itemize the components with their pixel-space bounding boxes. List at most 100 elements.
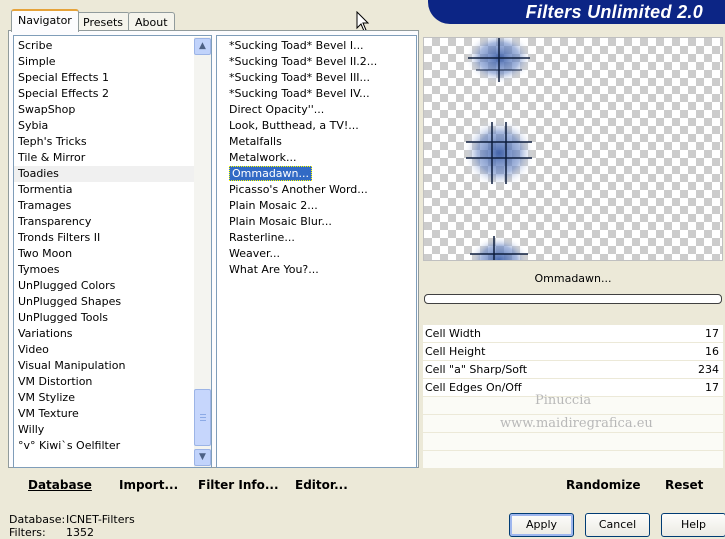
filter-item-label: Metalfalls xyxy=(229,135,282,148)
scroll-thumb[interactable] xyxy=(194,389,211,446)
filter-item[interactable]: Plain Mosaic 2... xyxy=(225,198,416,214)
cancel-button[interactable]: Cancel xyxy=(585,513,650,537)
category-item[interactable]: Tymoes xyxy=(14,262,211,278)
filter-item[interactable]: *Sucking Toad* Bevel IV... xyxy=(225,86,416,102)
database-button[interactable]: Database xyxy=(28,478,92,492)
category-item[interactable]: Scribe xyxy=(14,38,211,54)
filter-item[interactable]: Look, Butthead, a TV!... xyxy=(225,118,416,134)
filter-item[interactable]: *Sucking Toad* Bevel I... xyxy=(225,38,416,54)
filter-info-button[interactable]: Filter Info... xyxy=(198,478,279,492)
category-item[interactable]: Tronds Filters II xyxy=(14,230,211,246)
filter-item-label: Weaver... xyxy=(229,247,281,260)
filter-item[interactable]: Rasterline... xyxy=(225,230,416,246)
category-item[interactable]: °v° Kiwi`s Oelfilter xyxy=(14,438,211,454)
filters-count-value: 1352 xyxy=(66,526,94,539)
category-item[interactable]: Tramages xyxy=(14,198,211,214)
category-item[interactable]: SwapShop xyxy=(14,102,211,118)
category-item[interactable]: VM Distortion xyxy=(14,374,211,390)
filter-item-label: Plain Mosaic 2... xyxy=(229,199,318,212)
filter-item-label: Look, Butthead, a TV!... xyxy=(229,119,359,132)
preview-cell xyxy=(469,236,529,260)
category-item[interactable]: Special Effects 2 xyxy=(14,86,211,102)
param-row-empty xyxy=(423,433,723,451)
scroll-up-button[interactable]: ▲ xyxy=(194,38,211,55)
category-item[interactable]: Tormentia xyxy=(14,182,211,198)
scroll-down-button[interactable]: ▼ xyxy=(194,449,211,466)
param-row-empty xyxy=(423,451,723,469)
category-item[interactable]: Video xyxy=(14,342,211,358)
filter-item-label: *Sucking Toad* Bevel I... xyxy=(229,39,364,52)
filter-item-label: Metalwork... xyxy=(229,151,297,164)
category-item[interactable]: Tile & Mirror xyxy=(14,150,211,166)
category-item[interactable]: Toadies xyxy=(14,166,211,182)
category-item[interactable]: UnPlugged Shapes xyxy=(14,294,211,310)
filter-item[interactable]: Ommadawn... xyxy=(225,166,416,182)
database-status-value: ICNET-Filters xyxy=(66,513,135,526)
preview-cell xyxy=(465,38,533,84)
category-item[interactable]: Simple xyxy=(14,54,211,70)
category-item[interactable]: UnPlugged Tools xyxy=(14,310,211,326)
database-status-label: Database: xyxy=(9,513,66,526)
filter-item[interactable]: Plain Mosaic Blur... xyxy=(225,214,416,230)
filter-item-label: *Sucking Toad* Bevel II.2... xyxy=(229,55,378,68)
param-label: Cell "a" Sharp/Soft xyxy=(425,363,528,376)
watermark-url: www.maidiregrafica.eu xyxy=(500,416,653,431)
filter-item[interactable]: Picasso's Another Word... xyxy=(225,182,416,198)
param-row[interactable]: Cell Width 17 xyxy=(423,325,723,343)
category-item[interactable]: Variations xyxy=(14,326,211,342)
param-label: Cell Edges On/Off xyxy=(425,381,522,394)
param-label: Cell Height xyxy=(425,345,486,358)
filter-item[interactable]: Direct Opacity''... xyxy=(225,102,416,118)
filter-item-label: *Sucking Toad* Bevel IV... xyxy=(229,87,370,100)
category-item[interactable]: Sybia xyxy=(14,118,211,134)
filters-count-label: Filters: xyxy=(9,526,46,539)
category-item[interactable]: Teph's Tricks xyxy=(14,134,211,150)
filter-item-label: Rasterline... xyxy=(229,231,295,244)
filter-list[interactable]: *Sucking Toad* Bevel I... *Sucking Toad* … xyxy=(216,35,417,468)
filter-item-label: Picasso's Another Word... xyxy=(229,183,368,196)
filter-item-label: Plain Mosaic Blur... xyxy=(229,215,332,228)
category-item[interactable]: VM Stylize xyxy=(14,390,211,406)
watermark-name: Pinuccia xyxy=(535,393,592,408)
param-label: Cell Width xyxy=(425,327,482,340)
category-item[interactable]: Transparency xyxy=(14,214,211,230)
import-button[interactable]: Import... xyxy=(119,478,178,492)
help-button[interactable]: Help xyxy=(661,513,725,537)
filter-item[interactable]: *Sucking Toad* Bevel II.2... xyxy=(225,54,416,70)
param-value: 16 xyxy=(705,345,719,358)
preview-pattern xyxy=(463,38,535,260)
tab-navigator[interactable]: Navigator xyxy=(11,9,79,32)
progress-bar xyxy=(424,294,722,304)
filter-item[interactable]: What Are You?... xyxy=(225,262,416,278)
param-value: 17 xyxy=(705,327,719,340)
category-list[interactable]: Scribe Simple Special Effects 1 Special Eff… xyxy=(13,35,212,468)
category-item[interactable]: Special Effects 1 xyxy=(14,70,211,86)
filter-item[interactable]: Weaver... xyxy=(225,246,416,262)
category-item[interactable]: Visual Manipulation xyxy=(14,358,211,374)
filter-item-label: Direct Opacity''... xyxy=(229,103,325,116)
editor-button[interactable]: Editor... xyxy=(295,478,348,492)
app-title: Filters Unlimited 2.0 xyxy=(428,0,725,24)
category-scrollbar[interactable]: ▲ ▼ xyxy=(194,37,211,467)
category-item[interactable]: VM Texture xyxy=(14,406,211,422)
apply-button[interactable]: Apply xyxy=(509,513,574,537)
param-value: 17 xyxy=(705,381,719,394)
category-item[interactable]: UnPlugged Colors xyxy=(14,278,211,294)
category-item[interactable]: Willy xyxy=(14,422,211,438)
reset-button[interactable]: Reset xyxy=(665,478,703,492)
randomize-button[interactable]: Randomize xyxy=(566,478,640,492)
filter-item-label: *Sucking Toad* Bevel III... xyxy=(229,71,371,84)
tab-about[interactable]: About xyxy=(128,12,175,31)
filter-item-label: What Are You?... xyxy=(229,263,319,276)
tab-presets[interactable]: Presets xyxy=(76,12,131,31)
param-row[interactable]: Cell Height 16 xyxy=(423,343,723,361)
category-item[interactable]: Two Moon xyxy=(14,246,211,262)
filter-item[interactable]: Metalwork... xyxy=(225,150,416,166)
param-row[interactable]: Cell "a" Sharp/Soft 234 xyxy=(423,361,723,379)
filter-item[interactable]: Metalfalls xyxy=(225,134,416,150)
filter-item-label: Ommadawn... xyxy=(229,166,313,181)
preview-cell xyxy=(463,118,535,188)
preview-image xyxy=(423,37,723,261)
param-value: 234 xyxy=(698,363,719,376)
filter-item[interactable]: *Sucking Toad* Bevel III... xyxy=(225,70,416,86)
